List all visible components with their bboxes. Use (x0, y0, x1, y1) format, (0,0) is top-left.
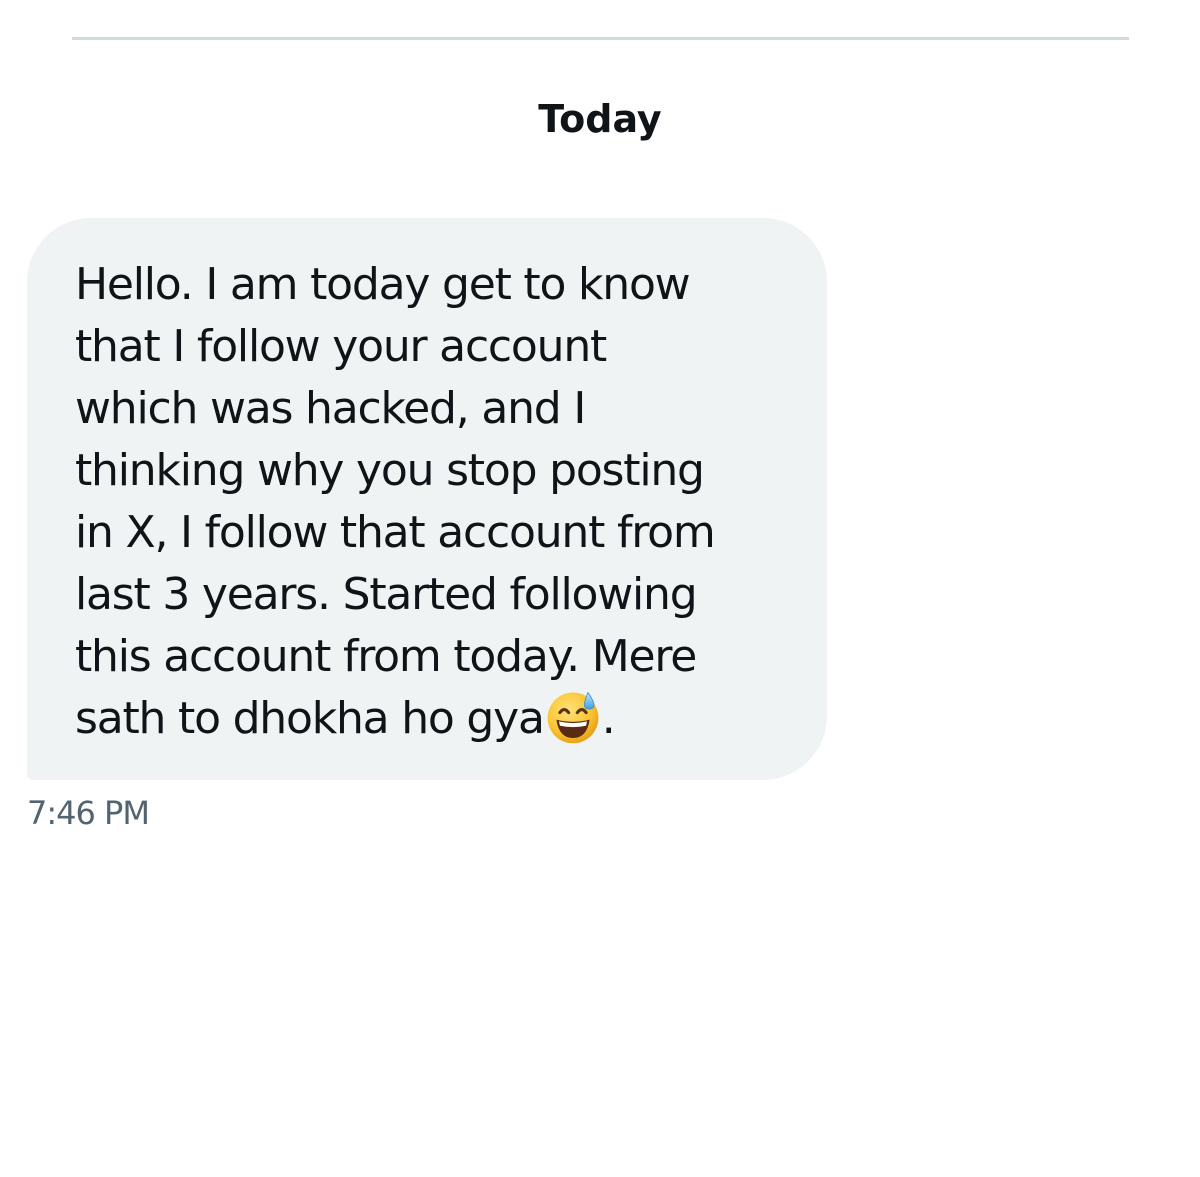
top-divider (72, 37, 1129, 40)
message-line: last 3 years. Started following (75, 569, 698, 620)
message-line-text: sath to dhokha ho gya (75, 693, 545, 744)
message-text: Hello. I am today get to know that I fol… (75, 254, 815, 750)
message-timestamp: 7:46 PM (27, 794, 150, 832)
date-separator: Today (538, 97, 662, 141)
message-line-suffix: . (601, 693, 616, 744)
message-line: that I follow your account (75, 321, 607, 372)
message-line: which was hacked, and I (75, 383, 586, 434)
message-line: in X, I follow that account from (75, 507, 716, 558)
message-line: thinking why you stop posting (75, 445, 705, 496)
message-line: Hello. I am today get to know (75, 259, 691, 310)
message-line-last: sath to dhokha ho gya . (75, 691, 616, 744)
message-bubble[interactable]: Hello. I am today get to know that I fol… (27, 218, 827, 780)
grinning-face-with-sweat-icon (547, 691, 599, 744)
message-line: this account from today. Mere (75, 631, 697, 682)
